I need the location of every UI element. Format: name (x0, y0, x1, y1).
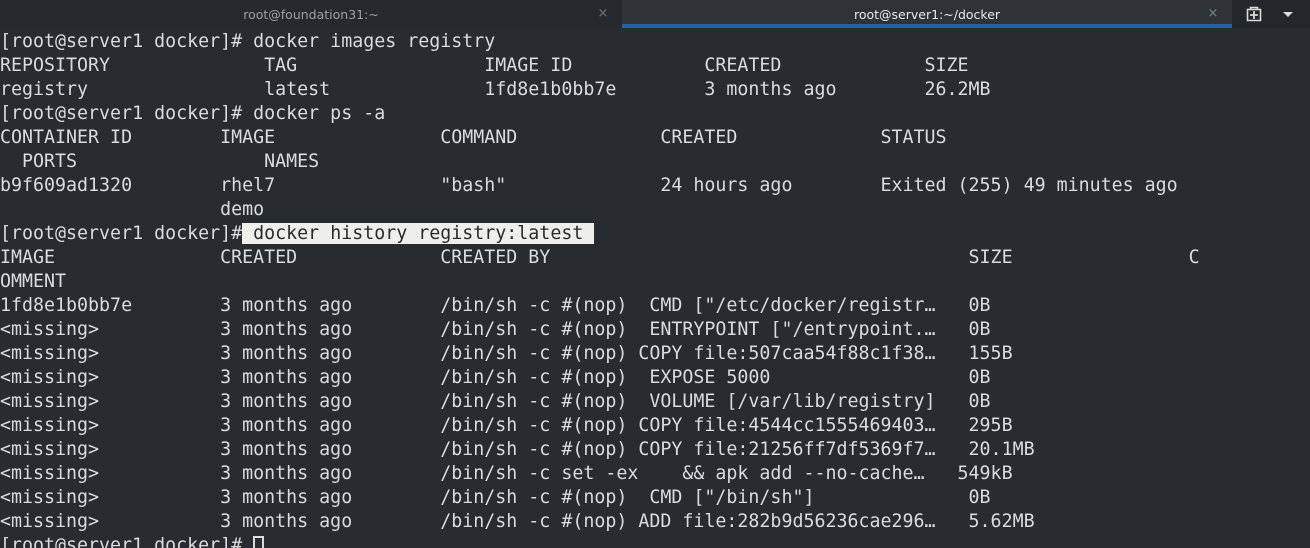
selected-command-text[interactable]: docker history registry:latest (242, 223, 595, 244)
close-icon[interactable]: × (1206, 7, 1220, 21)
terminal-line: <missing> 3 months ago /bin/sh -c #(nop)… (0, 415, 1013, 436)
chevron-down-icon[interactable] (1278, 4, 1298, 24)
terminal-line: registry latest 1fd8e1b0bb7e 3 months ag… (0, 79, 991, 100)
shell-prompt: [root@server1 docker]# (0, 223, 243, 244)
text-cursor (253, 536, 265, 548)
terminal-output[interactable]: [root@server1 docker]# docker images reg… (0, 28, 1310, 548)
new-tab-icon[interactable] (1244, 4, 1264, 24)
terminal-line: demo (0, 199, 265, 220)
terminal-selected-command-line: [root@server1 docker]# docker history re… (0, 222, 1310, 246)
terminal-line: b9f609ad1320 rhel7 "bash" 24 hours ago E… (0, 175, 1178, 196)
terminal-line: <missing> 3 months ago /bin/sh -c #(nop)… (0, 391, 991, 412)
terminal-line: [root@server1 docker]# docker ps -a (0, 103, 386, 124)
tab-root-foundation31[interactable]: root@foundation31:~ × (0, 0, 622, 28)
tab-title: root@server1:~/docker (853, 6, 1001, 22)
terminal-line: <missing> 3 months ago /bin/sh -c #(nop)… (0, 319, 991, 340)
terminal-line: 1fd8e1b0bb7e 3 months ago /bin/sh -c #(n… (0, 295, 991, 316)
terminal-line: IMAGE CREATED CREATED BY SIZE C (0, 247, 1200, 268)
terminal-line: CONTAINER ID IMAGE COMMAND CREATED STATU… (0, 127, 947, 148)
terminal-line: <missing> 3 months ago /bin/sh -c #(nop)… (0, 367, 991, 388)
terminal-line: PORTS NAMES (0, 151, 320, 172)
terminal-line: OMMENT (0, 271, 67, 292)
shell-prompt: [root@server1 docker]# (0, 535, 254, 548)
terminal-current-prompt-line: [root@server1 docker]# (0, 534, 1310, 548)
tab-root-server1-docker[interactable]: root@server1:~/docker × (622, 0, 1232, 28)
terminal-line: <missing> 3 months ago /bin/sh -c #(nop)… (0, 439, 1035, 460)
terminal-line: <missing> 3 months ago /bin/sh -c #(nop)… (0, 487, 991, 508)
terminal-tab-bar: root@foundation31:~ × root@server1:~/doc… (0, 0, 1310, 28)
terminal-line: <missing> 3 months ago /bin/sh -c #(nop)… (0, 511, 1035, 532)
terminal-line: [root@server1 docker]# docker images reg… (0, 31, 496, 52)
terminal-line: <missing> 3 months ago /bin/sh -c set -e… (0, 463, 1013, 484)
terminal-line: REPOSITORY TAG IMAGE ID CREATED SIZE (0, 55, 969, 76)
tab-bar-controls (1232, 0, 1310, 28)
tab-title: root@foundation31:~ (243, 6, 379, 22)
terminal-line: <missing> 3 months ago /bin/sh -c #(nop)… (0, 343, 1013, 364)
close-icon[interactable]: × (596, 7, 610, 21)
